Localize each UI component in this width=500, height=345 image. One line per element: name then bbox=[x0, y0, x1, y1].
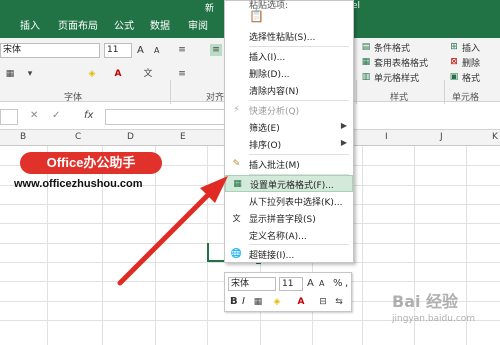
red-arrow-shaft bbox=[117, 190, 213, 286]
watermark-url: jingyan.baidu.com bbox=[392, 314, 476, 324]
watermark-logo: Bai 经验 bbox=[392, 292, 459, 311]
